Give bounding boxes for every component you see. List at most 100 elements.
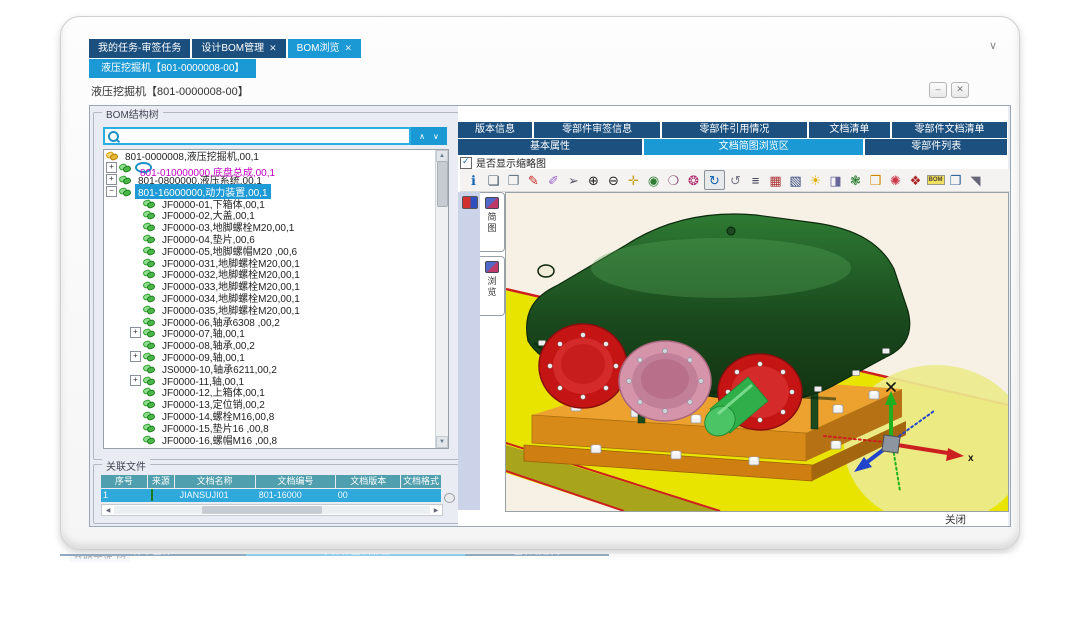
file-column-header[interactable]: 文档名称 <box>175 475 255 488</box>
document-tab-bar: 液压挖掘机【801-0000008-00】 <box>89 59 256 78</box>
section-icon[interactable]: ❖ <box>906 171 925 189</box>
select-cursor-icon[interactable]: ➢ <box>564 171 583 189</box>
detail-tab[interactable]: 文档简图浏览区 <box>644 139 863 155</box>
file-number: 801-16000 <box>257 489 335 502</box>
expand-icon[interactable] <box>130 327 141 338</box>
main-tab[interactable]: BOM浏览 <box>288 39 361 58</box>
oil-plug <box>727 227 735 235</box>
document-tab[interactable]: 液压挖掘机【801-0000008-00】 <box>89 59 256 78</box>
tab-label: 设计BOM管理 <box>201 39 264 58</box>
bom-icon[interactable]: BOM <box>926 171 945 189</box>
viewer-side-tab[interactable]: 简图 <box>480 192 505 252</box>
search-nav-buttons[interactable]: ∧ ∨ <box>411 127 447 145</box>
file-row[interactable]: 1 JIANSUJI01 801-16000 00 <box>101 489 441 502</box>
detail-tabs-row2: 基本属性文档简图浏览区零部件列表 <box>458 139 1007 155</box>
file-version: 00 <box>336 489 399 502</box>
main-tab[interactable]: 我的任务-审签任务 <box>89 39 190 58</box>
snapshot-icon[interactable]: ▧ <box>786 171 805 189</box>
markup-icon[interactable]: ❒ <box>866 171 885 189</box>
orbit-icon[interactable]: ↺ <box>726 171 745 189</box>
detail-tab[interactable]: 零部件引用情况 <box>662 122 807 138</box>
tree-scrollbar[interactable]: ▲ ▼ <box>435 150 448 448</box>
explode-icon[interactable]: ✺ <box>886 171 905 189</box>
export-doc-icon[interactable]: ◨ <box>826 171 845 189</box>
expand-icon[interactable] <box>130 375 141 386</box>
zoom-window-icon[interactable]: ◉ <box>644 171 663 189</box>
tree-item[interactable]: JF0000-16,螺帽M16 ,00,8 <box>104 433 436 445</box>
hscroll-right-icon[interactable]: ▶ <box>430 507 442 514</box>
screen-icon[interactable]: ❐ <box>946 171 965 189</box>
rotate-center-icon[interactable]: ❂ <box>684 171 703 189</box>
tree-item[interactable]: JF0000-06,轴承6308 ,00,2 <box>104 315 436 327</box>
collapse-chevron-icon[interactable]: ∨ <box>989 39 997 52</box>
render-mode-icon[interactable]: ❃ <box>846 171 865 189</box>
detail-tab[interactable]: 版本信息 <box>458 122 532 138</box>
viewer-side-tab[interactable]: 浏览 <box>480 256 505 316</box>
tree-item[interactable]: JF0000-08,轴承,00,2 <box>104 339 436 351</box>
part-link-icon <box>143 199 156 208</box>
tree-item[interactable]: 801-010000000,底盘总成,00,1 <box>104 162 436 174</box>
doc-preview-icon[interactable]: ❏ <box>484 171 503 189</box>
expand-icon[interactable] <box>106 174 117 185</box>
thumbnail-view-icon <box>485 261 499 273</box>
tree-item[interactable]: JF0000-01,下箱体,00,1 <box>104 197 436 209</box>
search-next-icon[interactable]: ∨ <box>433 132 439 141</box>
search-icon <box>108 131 119 142</box>
detail-tab[interactable]: 文档清单 <box>809 122 891 138</box>
tree-search-input[interactable] <box>103 127 411 145</box>
close-link[interactable]: 关闭 <box>945 512 966 527</box>
hscroll-thumb[interactable] <box>202 506 322 514</box>
scroll-thumb[interactable] <box>437 161 448 207</box>
3d-viewport[interactable]: x <box>505 192 1009 512</box>
thumbnail-checkbox[interactable] <box>460 157 472 169</box>
file-column-header[interactable]: 文档编号 <box>256 475 336 488</box>
scroll-down-icon[interactable]: ▼ <box>436 436 448 448</box>
expand-icon[interactable] <box>106 162 117 173</box>
file-column-header[interactable]: 来源 <box>148 475 174 488</box>
detail-tab[interactable]: 零部件审签信息 <box>534 122 660 138</box>
files-hscrollbar[interactable]: ◀ ▶ <box>101 504 443 516</box>
detail-tab[interactable]: 零部件列表 <box>865 139 1007 155</box>
zoom-dynamic-icon[interactable]: ❍ <box>664 171 683 189</box>
part-link-icon <box>143 387 156 396</box>
part-link-icon <box>143 293 156 302</box>
tab-close-icon[interactable] <box>344 39 352 58</box>
expand-icon[interactable] <box>106 186 117 197</box>
file-column-header[interactable]: 文档版本 <box>336 475 400 488</box>
brush-icon[interactable]: ✐ <box>544 171 563 189</box>
minimize-button[interactable]: – <box>929 82 947 98</box>
layers-icon[interactable]: ≡ <box>746 171 765 189</box>
bom-tree-groupbox: BOM结构树 ∧ ∨ <box>93 112 459 460</box>
tree-item[interactable]: JF0000-11,轴,00,1 <box>104 374 436 386</box>
print-icon[interactable]: ❐ <box>504 171 523 189</box>
tree-item[interactable]: JS0000-10,轴承6211,00,2 <box>104 362 436 374</box>
measure-grid-icon[interactable]: ▦ <box>766 171 785 189</box>
files-expand-button[interactable] <box>444 493 455 503</box>
zoom-out-icon[interactable]: ⊖ <box>604 171 623 189</box>
close-button[interactable]: ✕ <box>951 82 969 98</box>
file-column-header[interactable]: 序号 <box>101 475 147 488</box>
tree-item[interactable]: JF0000-03,地脚螺栓M20,00,1 <box>104 221 436 233</box>
rotate-3d-icon[interactable]: ↻ <box>704 170 725 190</box>
tree-item[interactable]: JF0000-12,上箱体,00,1 <box>104 386 436 398</box>
info-icon[interactable]: ℹ <box>464 171 483 189</box>
tree-item[interactable]: 801-16000000,动力装置,00,1 <box>104 185 436 197</box>
part-link-icon <box>143 222 156 231</box>
detail-tab[interactable]: 零部件文档清单 <box>892 122 1007 138</box>
search-prev-icon[interactable]: ∧ <box>419 132 425 141</box>
tree-item[interactable]: 801-0000008,液压挖掘机,00,1 <box>104 150 436 162</box>
light-icon[interactable]: ☀ <box>806 171 825 189</box>
more-tools-icon[interactable]: ◥ <box>966 171 985 189</box>
expand-icon[interactable] <box>130 351 141 362</box>
detail-tab[interactable]: 基本属性 <box>458 139 642 155</box>
file-column-header[interactable]: 文档格式 <box>401 475 441 488</box>
tree-item[interactable]: JF0000-07,轴,00,1 <box>104 327 436 339</box>
annotate-pen-icon[interactable]: ✎ <box>524 171 543 189</box>
color-palette-icon[interactable] <box>462 196 478 209</box>
zoom-in-icon[interactable]: ⊕ <box>584 171 603 189</box>
fit-window-icon[interactable]: ✛ <box>624 171 643 189</box>
app-window: ∨ 我的任务-审签任务 设计BOM管理 BOM浏览 液压挖掘机【801-0000… <box>60 16 1020 550</box>
tab-close-icon[interactable] <box>269 39 277 58</box>
hscroll-left-icon[interactable]: ◀ <box>102 507 114 514</box>
main-tab[interactable]: 设计BOM管理 <box>192 39 285 58</box>
